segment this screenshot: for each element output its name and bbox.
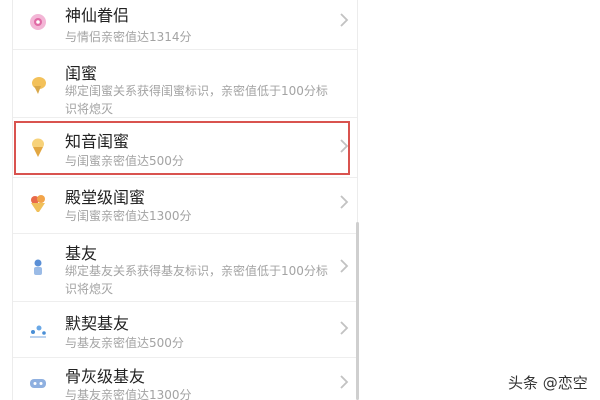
item-description: 与情侣亲密值达1314分 bbox=[65, 30, 192, 44]
item-description: 绑定闺蜜关系获得闺蜜标识，亲密值低于100分标识将熄灭 bbox=[65, 84, 328, 116]
flower-badge-icon bbox=[27, 10, 49, 32]
list-item-zhiyin-guimi[interactable]: 知音闺蜜 与闺蜜亲密值达500分 bbox=[13, 118, 357, 178]
item-description: 与闺蜜亲密值达500分 bbox=[65, 154, 184, 168]
ice-cream-icon bbox=[27, 74, 49, 96]
chevron-right-icon bbox=[340, 259, 349, 273]
list-item-shenxian-juanlv[interactable]: 神仙眷侣 与情侣亲密值达1314分 bbox=[13, 0, 357, 50]
item-title: 骨灰级基友 bbox=[65, 367, 146, 386]
chevron-right-icon bbox=[340, 13, 349, 27]
intimacy-badge-list: 神仙眷侣 与情侣亲密值达1314分 闺蜜 绑定闺蜜关系获得闺蜜标识，亲密值低于1… bbox=[12, 0, 358, 400]
sundae-icon bbox=[27, 192, 49, 214]
figure-badge-icon bbox=[27, 256, 49, 278]
watermark-text: 头条 @恋空 bbox=[508, 374, 588, 392]
item-title: 闺蜜 bbox=[65, 64, 98, 83]
item-title: 殿堂级闺蜜 bbox=[65, 188, 146, 207]
chevron-right-icon bbox=[340, 139, 349, 153]
item-title: 基友 bbox=[65, 244, 98, 263]
list-item-guimi[interactable]: 闺蜜 绑定闺蜜关系获得闺蜜标识，亲密值低于100分标识将熄灭 bbox=[13, 50, 357, 118]
gamepad-icon bbox=[27, 372, 49, 394]
item-description: 绑定基友关系获得基友标识，亲密值低于100分标识将熄灭 bbox=[65, 264, 328, 296]
item-title: 知音闺蜜 bbox=[65, 132, 130, 151]
item-title: 默契基友 bbox=[65, 314, 130, 333]
item-description: 与闺蜜亲密值达1300分 bbox=[65, 209, 192, 223]
stars-badge-icon bbox=[27, 318, 49, 340]
list-item-dientang-guimi[interactable]: 殿堂级闺蜜 与闺蜜亲密值达1300分 bbox=[13, 178, 357, 234]
chevron-right-icon bbox=[340, 321, 349, 335]
list-item-moqi-jiyou[interactable]: 默契基友 与基友亲密值达500分 bbox=[13, 302, 357, 358]
list-item-guhui-jiyou[interactable]: 骨灰级基友 与基友亲密值达1300分 bbox=[13, 358, 357, 400]
item-description: 与基友亲密值达1300分 bbox=[65, 388, 192, 400]
item-description: 与基友亲密值达500分 bbox=[65, 336, 184, 350]
list-item-jiyou[interactable]: 基友 绑定基友关系获得基友标识，亲密值低于100分标识将熄灭 bbox=[13, 234, 357, 302]
scrollbar[interactable] bbox=[356, 222, 359, 400]
item-title: 神仙眷侣 bbox=[65, 6, 130, 25]
ice-cream-cone-icon bbox=[27, 136, 49, 158]
chevron-right-icon bbox=[340, 195, 349, 209]
chevron-right-icon bbox=[340, 375, 349, 389]
